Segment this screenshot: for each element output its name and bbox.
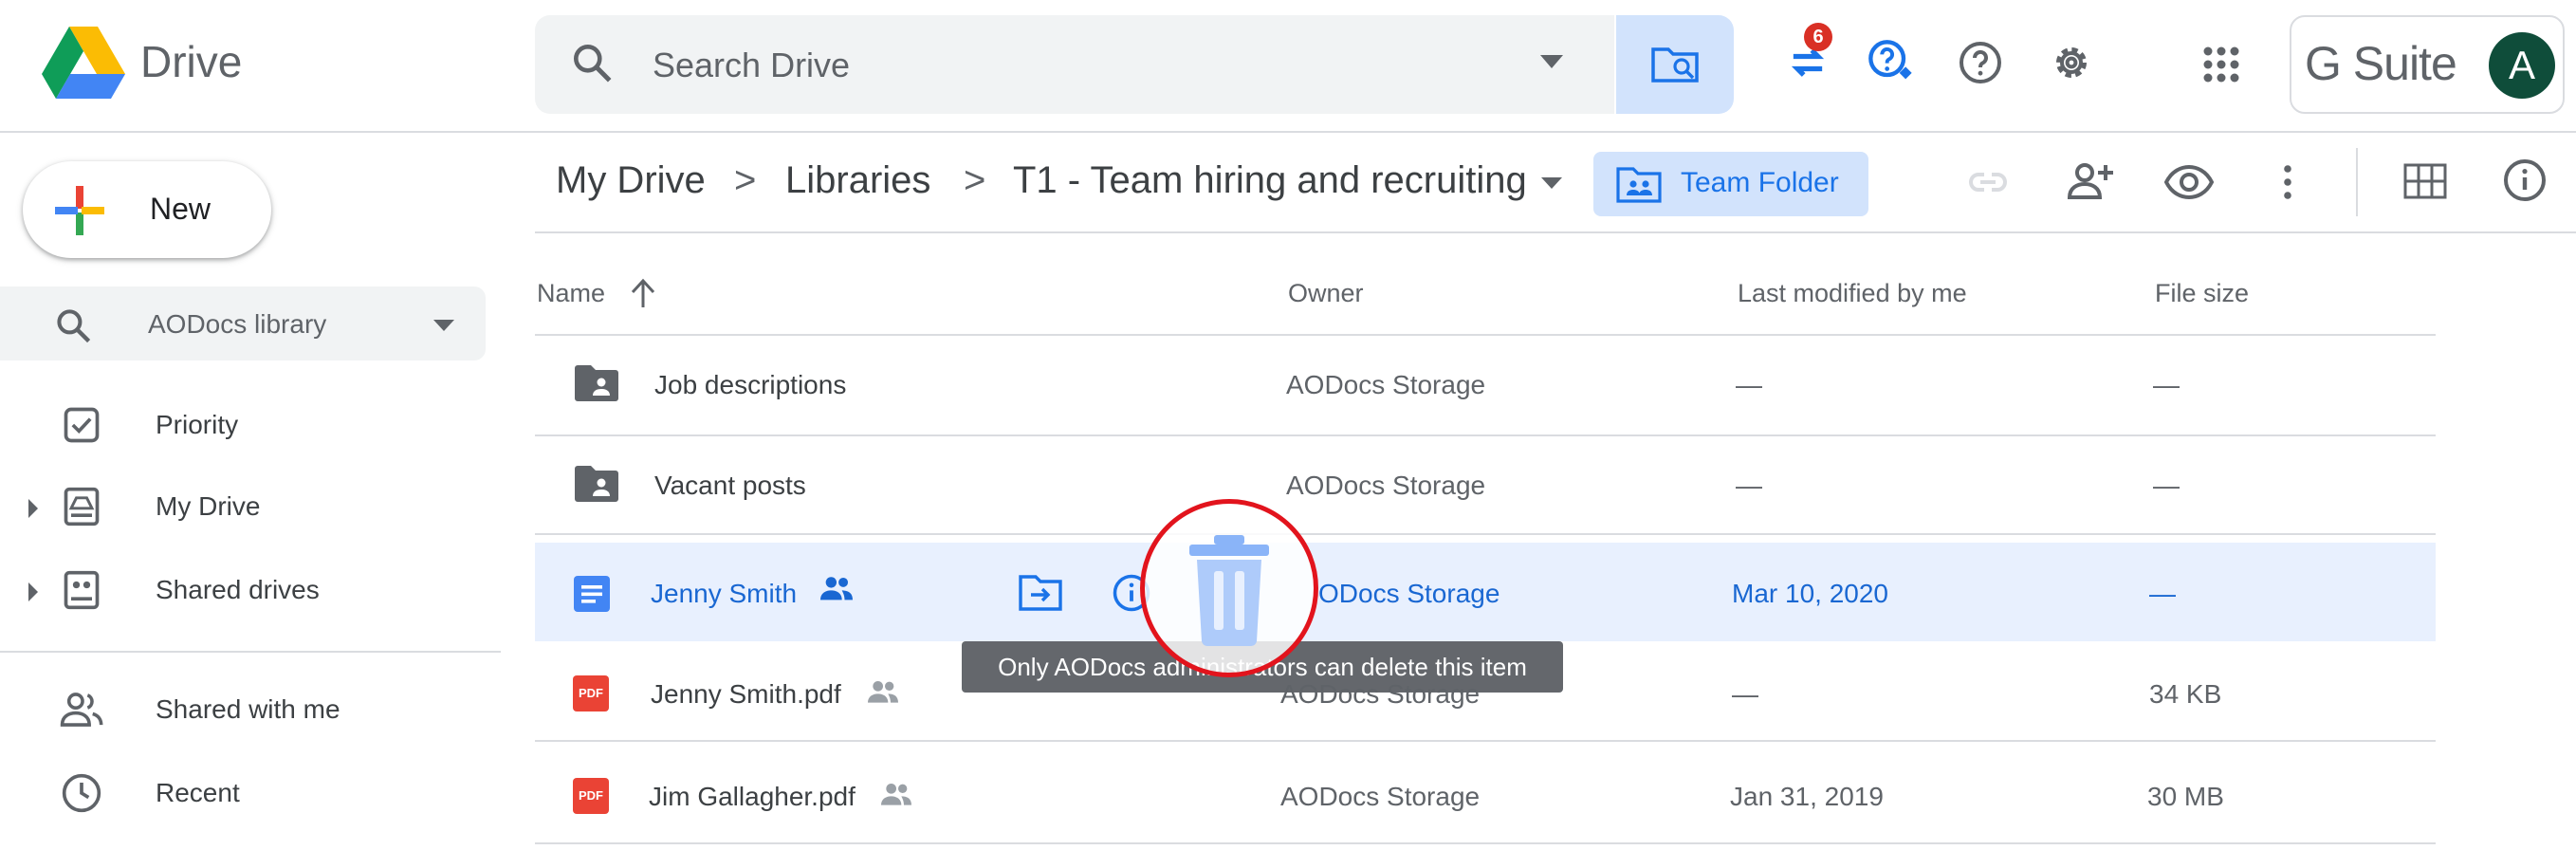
search-input[interactable] [651, 34, 1508, 97]
search-options-caret-icon[interactable] [1538, 53, 1565, 70]
shared-people-icon [865, 677, 901, 708]
sidebar-item-label: Shared drives [156, 575, 320, 604]
file-owner: ODocs Storage [1318, 579, 1500, 608]
toolbar-divider [2356, 148, 2358, 216]
add-person-icon[interactable] [2066, 157, 2115, 203]
file-name[interactable]: Jim Gallagher.pdf [649, 782, 856, 812]
sidebar-item-label: Shared with me [156, 694, 340, 724]
breadcrumb-separator: > [734, 159, 757, 201]
pdf-file-icon: PDF [573, 675, 609, 711]
shared-people-icon [878, 780, 914, 810]
file-name[interactable]: Vacant posts [654, 471, 806, 501]
expand-arrow-icon[interactable] [28, 582, 38, 601]
more-options-icon[interactable] [2280, 159, 2295, 205]
my-drive-icon [61, 486, 102, 527]
pdf-file-icon: PDF [573, 778, 609, 814]
notification-badge: 6 [1804, 23, 1832, 51]
shared-drives-icon [61, 569, 102, 611]
breadcrumb-libraries[interactable]: Libraries [785, 159, 930, 202]
trash-icon[interactable] [1182, 533, 1277, 647]
shared-folder-icon [575, 364, 618, 402]
info-icon[interactable] [2502, 157, 2548, 203]
file-size-wrap: — [2149, 579, 2176, 609]
app-name: Drive [140, 37, 243, 86]
expand-arrow-icon[interactable] [28, 499, 38, 518]
column-header-file-size[interactable]: File size [2155, 279, 2249, 308]
shared-people-icon [818, 573, 856, 605]
apps-grid-icon[interactable] [2202, 46, 2240, 83]
file-size: — [2153, 471, 2180, 500]
column-header-name[interactable]: Name [537, 279, 605, 308]
file-owner: AODocs Storage [1286, 370, 1486, 399]
library-selector-label: AODocs library [148, 309, 327, 339]
move-to-icon[interactable] [1019, 573, 1062, 611]
sort-ascending-icon[interactable] [628, 277, 658, 309]
help-icon[interactable] [1958, 40, 2003, 85]
chevron-down-icon [432, 319, 455, 332]
search-in-folder-button[interactable] [1616, 15, 1734, 114]
folder-menu-caret-icon[interactable] [1540, 176, 1563, 190]
file-size: 34 KB [2149, 679, 2222, 709]
gsuite-logo: G Suite [2305, 37, 2457, 90]
file-size: 30 MB [2147, 782, 2224, 811]
breadcrumb-current-folder[interactable]: T1 - Team hiring and recruiting [1013, 159, 1527, 202]
file-modified: Mar 10, 2020 [1732, 579, 1888, 608]
file-modified-wrap: Mar 10, 2020 [1732, 579, 1888, 609]
file-size: — [2149, 579, 2176, 608]
sidebar-item-label: Recent [156, 778, 240, 807]
plus-icon [53, 184, 106, 237]
search-icon[interactable] [569, 40, 616, 87]
file-owner-wrap: ODocs Storage [1318, 579, 1500, 609]
breadcrumb-separator: > [964, 159, 986, 201]
breadcrumb-my-drive[interactable]: My Drive [556, 159, 706, 202]
file-name[interactable]: Job descriptions [654, 370, 846, 400]
file-owner: AODocs Storage [1280, 782, 1481, 811]
file-size: — [2153, 370, 2180, 399]
clock-icon [61, 772, 102, 814]
file-name[interactable]: Jenny Smith [651, 579, 797, 608]
settings-gear-icon[interactable] [2049, 40, 2094, 85]
grid-view-icon[interactable] [2403, 161, 2447, 201]
checkbox-icon [61, 404, 102, 446]
new-button-label: New [150, 192, 212, 226]
sidebar-item-label: Priority [156, 410, 239, 439]
file-name-wrap: Jenny Smith [651, 579, 797, 609]
shared-folder-icon [575, 465, 618, 503]
file-modified: — [1736, 471, 1762, 500]
file-name[interactable]: Jenny Smith.pdf [651, 679, 841, 710]
google-doc-icon [573, 575, 611, 613]
column-header-last-modified[interactable]: Last modified by me [1738, 279, 1967, 308]
sidebar-divider [0, 651, 501, 653]
team-folder-icon [1616, 165, 1662, 203]
link-icon[interactable] [1965, 159, 2011, 205]
support-icon[interactable] [1867, 38, 1916, 87]
sidebar-item-label: My Drive [156, 491, 261, 521]
search-icon [53, 305, 95, 347]
file-modified: — [1732, 679, 1758, 709]
avatar[interactable]: A [2489, 32, 2555, 99]
people-icon [59, 689, 106, 730]
toolbar-divider-line [535, 231, 2576, 233]
file-modified: Jan 31, 2019 [1730, 782, 1884, 811]
column-header-owner[interactable]: Owner [1288, 279, 1364, 308]
drive-logo-icon[interactable] [42, 27, 125, 99]
team-folder-label: Team Folder [1681, 167, 1839, 198]
file-modified: — [1736, 370, 1762, 399]
preview-eye-icon[interactable] [2164, 159, 2214, 205]
file-owner: AODocs Storage [1286, 471, 1486, 500]
